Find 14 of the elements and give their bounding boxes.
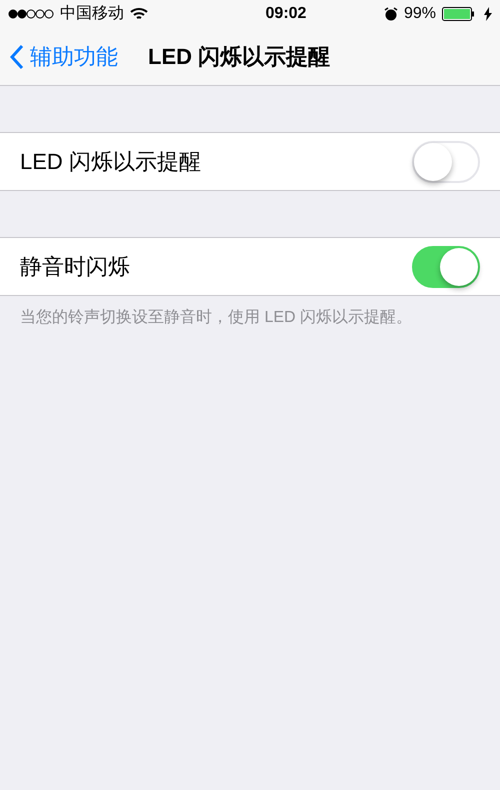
clock-time: 09:02	[264, 4, 306, 24]
toggle-switch[interactable]	[412, 246, 480, 288]
carrier-name: 中国移动	[60, 4, 124, 24]
footer-note: 当您的铃声切换设至静音时，使用 LED 闪烁以示提醒。	[19, 308, 414, 328]
chevron-left-icon	[10, 44, 24, 70]
page-title: LED 闪烁以示提醒	[148, 43, 330, 71]
setting-label: LED 闪烁以示提醒	[20, 148, 201, 176]
setting-label: 静音时闪烁	[20, 253, 130, 281]
signal-icon	[8, 9, 54, 19]
alarm-clock-icon	[384, 7, 398, 21]
charging-bolt-icon	[484, 7, 492, 21]
battery-percent: 99%	[404, 4, 436, 24]
back-button[interactable]: 辅助功能	[10, 40, 118, 73]
wifi-icon	[130, 7, 148, 21]
